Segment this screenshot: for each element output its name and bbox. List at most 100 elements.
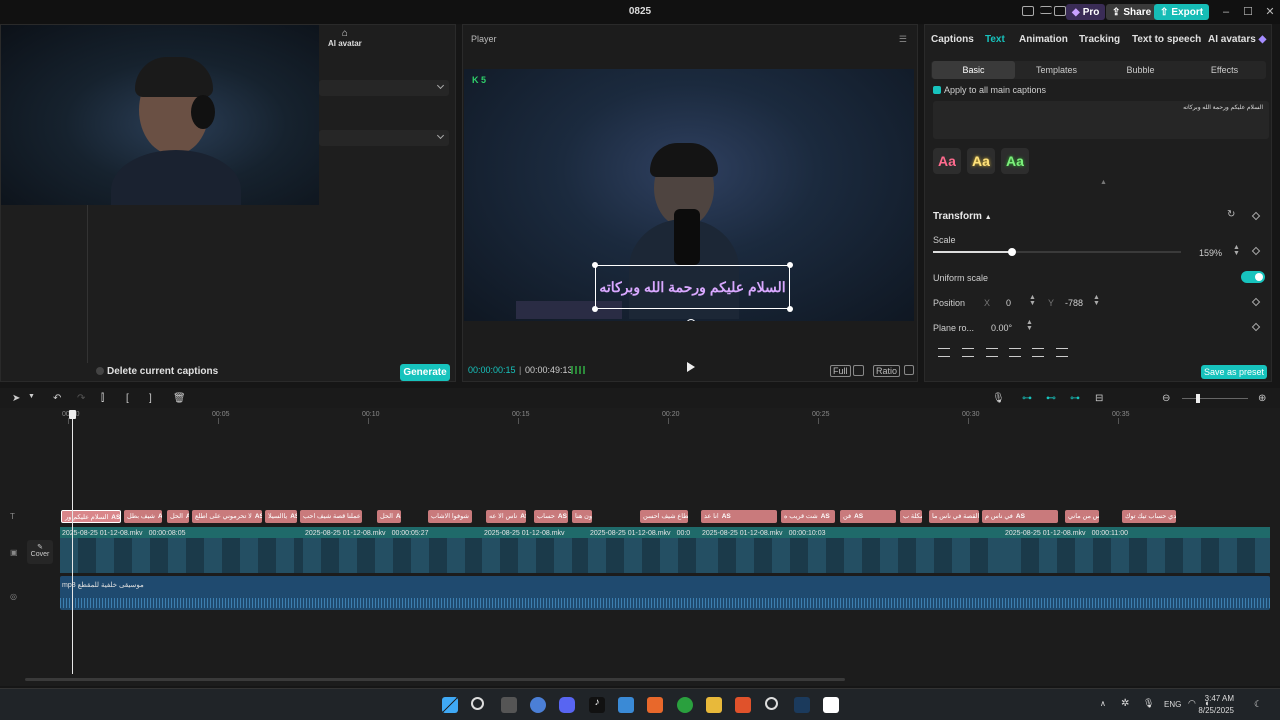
scale-slider-thumb[interactable] bbox=[1008, 248, 1017, 256]
caption-chip[interactable]: القصة في ناس ماAS bbox=[929, 510, 979, 523]
file-explorer-icon[interactable] bbox=[706, 697, 722, 713]
caption-chip[interactable]: في ناس م AS bbox=[982, 510, 1058, 523]
chevron-down-icon[interactable]: ▼ bbox=[28, 393, 35, 400]
full-button[interactable]: Full bbox=[830, 365, 851, 377]
dropdown-2[interactable] bbox=[319, 130, 449, 146]
subtab-bubble[interactable]: Bubble bbox=[1099, 61, 1182, 79]
snap-icon[interactable]: ⊷ bbox=[1046, 393, 1056, 404]
play-icon[interactable] bbox=[687, 362, 695, 372]
zoom-out-icon[interactable]: ⊖ bbox=[1162, 393, 1170, 404]
resize-handle[interactable] bbox=[787, 262, 793, 268]
stepper-icon[interactable]: ▲ ▼ bbox=[1093, 294, 1100, 307]
monitor-icon[interactable] bbox=[1054, 6, 1066, 16]
caption-chip[interactable]: شت قريب ه AS bbox=[781, 510, 835, 523]
xbox-icon[interactable] bbox=[677, 697, 693, 713]
tab-captions[interactable]: Captions bbox=[931, 34, 974, 45]
chevron-up-icon[interactable]: ∧ bbox=[1100, 699, 1106, 708]
pos-y-input[interactable]: -788 bbox=[1065, 298, 1083, 308]
stepper-icon[interactable]: ▲ ▼ bbox=[1026, 319, 1033, 332]
windows-start-icon[interactable] bbox=[442, 697, 458, 713]
undo-icon[interactable]: ↶ bbox=[53, 393, 61, 404]
style-preset-yellow[interactable]: Aa bbox=[967, 148, 995, 174]
layout-icon[interactable] bbox=[1022, 6, 1034, 16]
caption-chip[interactable]: الحلAS bbox=[167, 510, 189, 523]
preview-axis-icon[interactable]: ⊶ bbox=[1070, 393, 1080, 404]
zoom-in-icon[interactable]: ⊕ bbox=[1258, 393, 1266, 404]
close-icon[interactable]: ✕ bbox=[1260, 4, 1280, 20]
zoom-slider[interactable] bbox=[1182, 394, 1248, 403]
subtab-effects[interactable]: Effects bbox=[1183, 61, 1266, 79]
subtab-templates[interactable]: Templates bbox=[1015, 61, 1098, 79]
caption-chip[interactable]: حساب AS bbox=[534, 510, 568, 523]
redo-icon[interactable]: ↷ bbox=[77, 393, 85, 404]
select-tool-icon[interactable]: ➤ bbox=[12, 393, 20, 404]
align-bottom-icon[interactable] bbox=[1056, 348, 1068, 357]
tab-tracking[interactable]: Tracking bbox=[1079, 34, 1120, 45]
caption-chip[interactable]: لا تحرموني على اطلع AS bbox=[192, 510, 262, 523]
apply-all-checkbox[interactable] bbox=[933, 86, 941, 94]
subtab-basic[interactable]: Basic bbox=[932, 61, 1015, 79]
task-view-icon[interactable] bbox=[501, 697, 517, 713]
caption-text-input[interactable]: السلام عليكم ورحمة الله وبركاته bbox=[933, 101, 1269, 139]
stepper-icon[interactable]: ▲ ▼ bbox=[1233, 244, 1240, 257]
keyframe-icon[interactable] bbox=[1251, 211, 1261, 221]
caption-text-box[interactable]: السلام عليكم ورحمة الله وبركاته bbox=[592, 262, 793, 312]
chrome-icon[interactable] bbox=[530, 697, 546, 713]
split-icon[interactable]: ⫿ bbox=[101, 393, 104, 404]
settings-icon[interactable] bbox=[765, 697, 778, 710]
caption-chip[interactable]: السلام عليكم ور AS bbox=[61, 510, 121, 523]
search-icon[interactable] bbox=[471, 697, 484, 710]
playhead[interactable] bbox=[69, 410, 76, 674]
microphone-icon[interactable]: 🎙 bbox=[1143, 698, 1154, 709]
wifi-icon[interactable]: ◠ bbox=[1188, 698, 1196, 709]
caption-chip[interactable]: الحلAS bbox=[377, 510, 401, 523]
pro-button[interactable]: ◆ Pro bbox=[1066, 4, 1106, 20]
collapse-up-icon[interactable]: ▲ bbox=[1100, 179, 1107, 186]
minimize-icon[interactable]: – bbox=[1216, 4, 1236, 20]
tab-ai-avatars[interactable]: AI avatars ◆ bbox=[1208, 34, 1266, 45]
keyframe-icon[interactable] bbox=[1251, 322, 1261, 332]
style-preset-pink[interactable]: Aa bbox=[933, 148, 961, 174]
store-icon[interactable] bbox=[618, 697, 634, 713]
caption-tool-icon[interactable]: ⊟ bbox=[1095, 393, 1103, 404]
caption-chip[interactable]: عملنا قصة شيف احبAS bbox=[300, 510, 362, 523]
dropdown-1[interactable] bbox=[319, 80, 449, 96]
steam-icon[interactable] bbox=[794, 697, 810, 713]
caption-chip[interactable]: ناس الا عهAS bbox=[486, 510, 526, 523]
link-icon[interactable]: ⊶ bbox=[1022, 393, 1032, 404]
generate-button[interactable]: Generate bbox=[400, 364, 450, 381]
stepper-icon[interactable]: ▲ ▼ bbox=[1029, 294, 1036, 307]
export-button[interactable]: ⇧ Export bbox=[1154, 4, 1210, 20]
uniform-scale-toggle[interactable] bbox=[1241, 271, 1265, 283]
trim-right-icon[interactable]: ] bbox=[149, 393, 152, 404]
save-as-preset-button[interactable]: Save as preset bbox=[1201, 365, 1267, 379]
menu-icon[interactable]: ☰ bbox=[899, 34, 907, 45]
tab-ai-avatar[interactable]: ⌂ AI avatar bbox=[328, 28, 362, 48]
tab-text[interactable]: Text bbox=[985, 34, 1005, 45]
scale-value[interactable]: 159% bbox=[1199, 248, 1222, 258]
clock[interactable]: 3:47 AM 8/25/2025 bbox=[1198, 693, 1234, 717]
align-center-icon[interactable] bbox=[962, 348, 974, 357]
playhead-handle[interactable] bbox=[69, 410, 76, 419]
resize-handle[interactable] bbox=[787, 306, 793, 312]
align-middle-icon[interactable] bbox=[1032, 348, 1044, 357]
caption-chip[interactable]: انا عندي حساب تيك توكAS bbox=[1122, 510, 1176, 523]
cover-button[interactable]: ✎ Cover bbox=[27, 540, 53, 564]
caption-chip[interactable]: ياالسيلاAS bbox=[265, 510, 297, 523]
rotate-icon[interactable] bbox=[686, 319, 696, 321]
ratio-button[interactable]: Ratio bbox=[873, 365, 901, 377]
brave-icon[interactable] bbox=[735, 697, 751, 713]
resize-handle[interactable] bbox=[592, 306, 598, 312]
caption-chip[interactable]: انا عد AS bbox=[701, 510, 777, 523]
fullscreen-icon[interactable] bbox=[904, 365, 914, 375]
align-right-icon[interactable] bbox=[986, 348, 998, 357]
gear-icon[interactable]: ✲ bbox=[1121, 698, 1129, 709]
align-left-icon[interactable] bbox=[938, 348, 950, 357]
app-icon[interactable] bbox=[647, 697, 663, 713]
timeline-scrollbar[interactable] bbox=[25, 678, 845, 681]
transform-heading[interactable]: Transform ▲ bbox=[933, 211, 992, 222]
delete-icon[interactable]: 🗑 bbox=[173, 393, 186, 404]
keyframe-icon[interactable] bbox=[1251, 246, 1261, 256]
caption-chip[interactable]: شوفوا الاشابAS bbox=[428, 510, 472, 523]
microphone-icon[interactable]: 🎙 bbox=[992, 393, 1005, 404]
